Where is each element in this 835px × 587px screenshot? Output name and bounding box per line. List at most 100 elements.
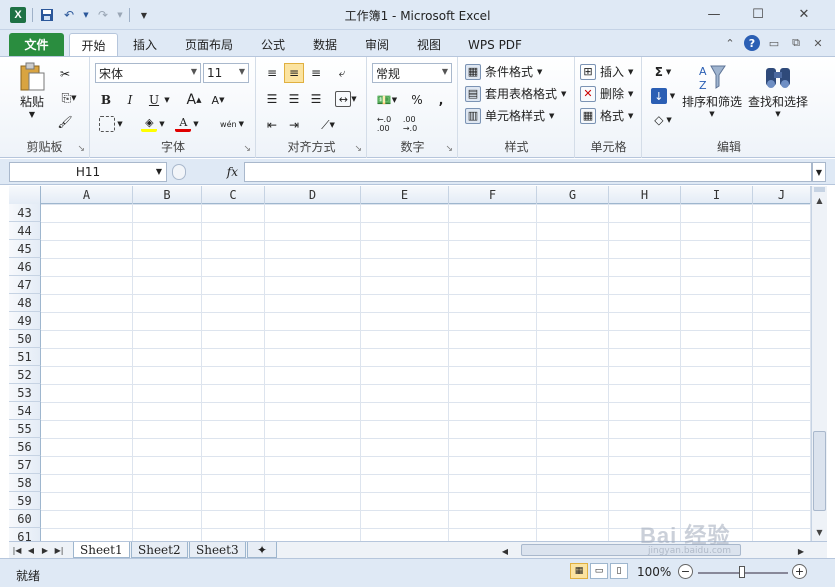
insert-sheet-icon[interactable]: ✦ <box>247 542 277 558</box>
tab-insert[interactable]: 插入 <box>124 33 166 56</box>
close-button[interactable]: ✕ <box>790 4 818 24</box>
row-header-54[interactable]: 54 <box>9 402 41 420</box>
next-sheet-icon[interactable]: ▶ <box>39 543 51 557</box>
scroll-down-icon[interactable]: ▼ <box>813 526 826 539</box>
font-name-select[interactable]: 宋体 ▼ <box>95 63 201 83</box>
cell-area[interactable] <box>41 204 811 541</box>
clear-button[interactable]: ◇ ▼ <box>649 111 677 129</box>
row-header-60[interactable]: 60 <box>9 510 41 528</box>
align-bottom-icon[interactable]: ≡ <box>306 63 326 83</box>
sheet-tab-sheet1[interactable]: Sheet1 <box>73 542 130 558</box>
normal-view-button[interactable]: ▦ <box>570 563 588 579</box>
column-header-a[interactable]: A <box>41 186 133 204</box>
copy-icon[interactable]: ⎘ ▼ <box>56 89 82 107</box>
paste-dropdown-icon[interactable]: ▼ <box>29 110 35 119</box>
worksheet-grid[interactable]: ABCDEFGHIJ 43 44 45 46 47 48 49 50 51 52 53 54 55 56 5… <box>9 186 811 541</box>
scroll-left-icon[interactable]: ◀ <box>499 544 511 558</box>
insert-function-button[interactable]: fx <box>170 162 242 182</box>
formula-input[interactable] <box>244 162 812 182</box>
borders-button[interactable]: ▼ <box>97 115 125 133</box>
tab-home[interactable]: 开始 <box>69 33 118 56</box>
paste-button[interactable]: 粘贴 ▼ <box>12 61 52 119</box>
decrease-indent-icon[interactable]: ⇤ <box>262 115 282 135</box>
row-header-51[interactable]: 51 <box>9 348 41 366</box>
workbook-minimize-icon[interactable]: ▭ <box>766 35 782 51</box>
column-header-e[interactable]: E <box>361 186 449 204</box>
workbook-close-icon[interactable]: ✕ <box>810 35 826 51</box>
bold-button[interactable]: B <box>97 91 115 109</box>
page-layout-view-button[interactable]: ▭ <box>590 563 608 579</box>
expand-formula-bar-icon[interactable]: ▼ <box>812 162 826 182</box>
increase-indent-icon[interactable]: ⇥ <box>284 115 304 135</box>
last-sheet-icon[interactable]: ▶| <box>53 543 65 557</box>
tab-formulas[interactable]: 公式 <box>252 33 294 56</box>
find-select-button[interactable]: 查找和选择 ▼ <box>745 61 811 118</box>
row-header-48[interactable]: 48 <box>9 294 41 312</box>
page-break-view-button[interactable]: ▯ <box>610 563 628 579</box>
zoom-out-button[interactable]: − <box>678 564 693 579</box>
row-header-45[interactable]: 45 <box>9 240 41 258</box>
font-launcher-icon[interactable]: ↘ <box>243 144 251 154</box>
zoom-level[interactable]: 100% <box>637 565 671 579</box>
conditional-format-button[interactable]: ▦ 条件格式 ▼ <box>465 63 542 80</box>
row-header-52[interactable]: 52 <box>9 366 41 384</box>
row-header-46[interactable]: 46 <box>9 258 41 276</box>
row-header-61[interactable]: 61 <box>9 528 41 541</box>
sheet-tab-sheet3[interactable]: Sheet3 <box>189 542 246 558</box>
decrease-decimal-icon[interactable]: .00 →.0 <box>398 115 422 133</box>
collapse-ribbon-icon[interactable]: ⌃ <box>722 35 738 51</box>
zoom-slider-knob[interactable] <box>739 566 745 578</box>
row-header-56[interactable]: 56 <box>9 438 41 456</box>
align-top-icon[interactable]: ≡ <box>262 63 282 83</box>
tab-data[interactable]: 数据 <box>304 33 346 56</box>
column-header-j[interactable]: J <box>753 186 811 204</box>
fill-button[interactable]: ↓ ▼ <box>649 87 677 105</box>
scroll-right-icon[interactable]: ▶ <box>795 544 807 558</box>
tab-wps-pdf[interactable]: WPS PDF <box>460 33 530 56</box>
tab-view[interactable]: 视图 <box>408 33 450 56</box>
accounting-format-button[interactable]: 💵 ▼ <box>372 91 402 109</box>
column-header-f[interactable]: F <box>449 186 537 204</box>
minimize-button[interactable]: — <box>700 4 728 24</box>
row-header-43[interactable]: 43 <box>9 204 41 222</box>
autosum-button[interactable]: Σ ▼ <box>649 63 677 81</box>
italic-button[interactable]: I <box>121 91 139 109</box>
zoom-in-button[interactable]: + <box>792 564 807 579</box>
row-header-58[interactable]: 58 <box>9 474 41 492</box>
select-all-corner[interactable] <box>9 186 41 204</box>
font-color-button[interactable]: A ▼ <box>173 115 201 133</box>
name-box[interactable]: H11 ▼ <box>9 162 167 182</box>
underline-dropdown-icon[interactable]: ▼ <box>163 93 171 107</box>
help-icon[interactable]: ? <box>744 35 760 51</box>
vertical-scrollbar[interactable]: ▲ ▼ <box>811 186 827 541</box>
tab-file[interactable]: 文件 <box>9 33 64 56</box>
phonetic-button[interactable]: wén ▼ <box>215 115 249 133</box>
align-middle-icon[interactable]: ≡ <box>284 63 304 83</box>
number-launcher-icon[interactable]: ↘ <box>445 144 453 154</box>
wrap-text-icon[interactable]: ⤶ <box>332 63 352 83</box>
sort-filter-button[interactable]: AZ 排序和筛选 ▼ <box>679 61 745 118</box>
column-header-h[interactable]: H <box>609 186 681 204</box>
column-header-b[interactable]: B <box>133 186 202 204</box>
insert-cells-button[interactable]: ⊞ 插入 ▼ <box>580 63 633 80</box>
row-header-44[interactable]: 44 <box>9 222 41 240</box>
cell-styles-button[interactable]: ▥ 单元格样式 ▼ <box>465 107 554 124</box>
delete-cells-button[interactable]: ✕ 删除 ▼ <box>580 85 633 102</box>
column-header-d[interactable]: D <box>265 186 361 204</box>
format-painter-icon[interactable]: 🖌 <box>56 113 74 131</box>
alignment-launcher-icon[interactable]: ↘ <box>354 144 362 154</box>
shrink-font-button[interactable]: A ▼ <box>209 91 227 109</box>
scroll-up-icon[interactable]: ▲ <box>813 194 826 207</box>
row-header-47[interactable]: 47 <box>9 276 41 294</box>
column-header-i[interactable]: I <box>681 186 753 204</box>
comma-button[interactable]: , <box>432 91 450 109</box>
format-as-table-button[interactable]: ▤ 套用表格格式 ▼ <box>465 85 566 102</box>
fill-color-button[interactable]: ◈ ▼ <box>139 115 167 133</box>
format-cells-button[interactable]: ▦ 格式 ▼ <box>580 107 633 124</box>
row-header-59[interactable]: 59 <box>9 492 41 510</box>
column-header-c[interactable]: C <box>202 186 265 204</box>
row-header-57[interactable]: 57 <box>9 456 41 474</box>
column-header-g[interactable]: G <box>537 186 609 204</box>
sheet-tab-sheet2[interactable]: Sheet2 <box>131 542 188 558</box>
first-sheet-icon[interactable]: |◀ <box>11 543 23 557</box>
